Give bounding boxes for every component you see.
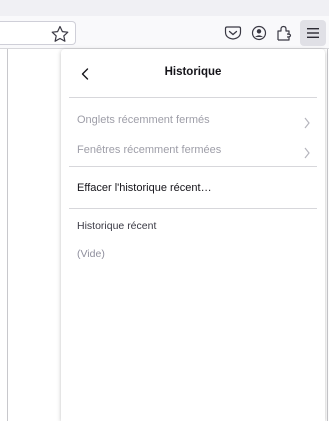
hamburger-menu-button[interactable] bbox=[300, 20, 326, 46]
recent-history-heading: Historique récent bbox=[77, 220, 157, 232]
star-bookmark-icon[interactable] bbox=[50, 25, 70, 43]
navigation-toolbar bbox=[0, 16, 329, 49]
panel-header: Historique bbox=[61, 49, 325, 97]
tab-strip bbox=[0, 0, 329, 16]
content-border-left bbox=[7, 49, 8, 421]
chevron-right-icon bbox=[303, 144, 311, 159]
pocket-icon[interactable] bbox=[222, 23, 244, 43]
clear-recent-history-item[interactable]: Effacer l'historique récent… bbox=[69, 176, 317, 200]
separator bbox=[69, 97, 317, 98]
empty-history-label: (Vide) bbox=[77, 248, 105, 260]
extensions-icon[interactable] bbox=[273, 23, 295, 43]
chevron-right-icon bbox=[303, 114, 311, 129]
account-icon[interactable] bbox=[248, 23, 270, 43]
recently-closed-tabs-item[interactable]: Onglets récemment fermés bbox=[69, 108, 317, 132]
menu-item-label: Effacer l'historique récent… bbox=[77, 182, 212, 194]
content-border-right bbox=[327, 49, 328, 421]
menu-item-label: Fenêtres récemment fermées bbox=[77, 144, 222, 156]
url-bar[interactable] bbox=[0, 21, 76, 45]
history-panel: Historique Onglets récemment fermés Fenê… bbox=[61, 49, 325, 421]
panel-title: Historique bbox=[164, 66, 222, 78]
hamburger-menu-icon bbox=[307, 28, 319, 38]
separator bbox=[69, 208, 317, 209]
browser-window: Historique Onglets récemment fermés Fenê… bbox=[0, 0, 329, 421]
separator bbox=[69, 166, 317, 167]
recently-closed-windows-item[interactable]: Fenêtres récemment fermées bbox=[69, 138, 317, 162]
menu-item-label: Onglets récemment fermés bbox=[77, 114, 210, 126]
